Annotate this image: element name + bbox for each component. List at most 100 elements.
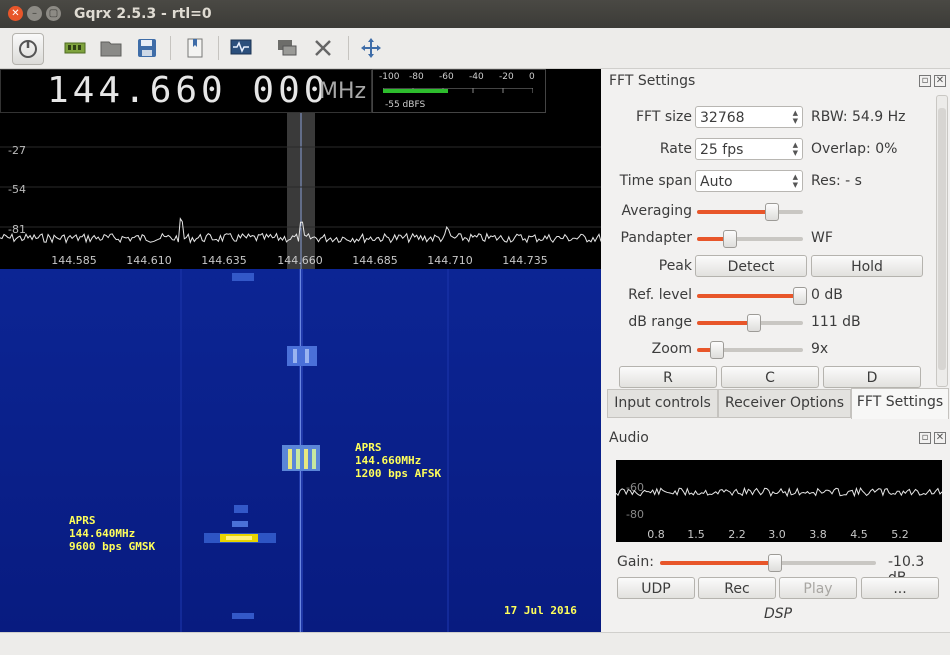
audio-gain-slider[interactable]	[660, 554, 876, 572]
float-dock-icon[interactable]: ▫	[919, 432, 931, 444]
meter-tick: -40	[469, 72, 484, 82]
aprs-label-144660: APRS 144.660MHz 1200 bps AFSK	[355, 441, 442, 480]
settings-button[interactable]	[308, 33, 338, 63]
full-screen-button[interactable]	[356, 33, 386, 63]
monitor-signal-icon	[230, 39, 252, 55]
audio-x-label: 1.5	[687, 528, 705, 541]
peak-hold-button[interactable]: Hold	[811, 255, 923, 277]
wf-text: WF	[811, 230, 833, 246]
maximize-window-button[interactable]: ▢	[46, 6, 61, 21]
minimize-window-button[interactable]: –	[27, 6, 42, 21]
audio-x-label: 0.8	[647, 528, 665, 541]
averaging-row: Averaging	[604, 200, 934, 224]
frequency-value[interactable]: 144.660 000	[47, 70, 329, 112]
spin-arrows-icon: ▲ ▼	[792, 109, 798, 125]
averaging-label: Averaging	[621, 203, 692, 219]
save-icon	[138, 39, 156, 57]
waterfall-display[interactable]: APRS 144.660MHz 1200 bps AFSK APRS 144.6…	[0, 269, 601, 632]
audio-options-button[interactable]: ...	[861, 577, 939, 599]
audio-dock-buttons: ▫ ✕	[916, 432, 946, 444]
tab-receiver-options[interactable]: Receiver Options	[718, 389, 851, 418]
rate-value: 25 fps	[700, 142, 744, 158]
pandapter-x-label: 144.710	[427, 254, 473, 267]
network-computer-icon	[278, 40, 297, 56]
pandapter-svg: -27 -54 -81 144.585 144.610 144.635 144.…	[0, 113, 602, 269]
meter-level-bar	[383, 89, 448, 93]
pandapter-x-label: 144.585	[51, 254, 97, 267]
pandapter-label: Pandapter	[620, 230, 692, 246]
fft-size-label: FFT size	[635, 109, 692, 125]
bookmarks-button[interactable]	[180, 33, 210, 63]
fft-size-select[interactable]: 32768 ▲ ▼	[695, 106, 803, 128]
window-title: Gqrx 2.5.3 - rtl=0	[74, 6, 212, 22]
pandapter-x-label: 144.635	[201, 254, 247, 267]
pandapter-x-label: 144.685	[352, 254, 398, 267]
db-range-label: dB range	[628, 314, 692, 330]
peak-label: Peak	[658, 258, 692, 274]
fft-size-row: FFT size 32768 ▲ ▼ RBW: 54.9 Hz	[604, 106, 934, 130]
dsp-button[interactable]	[226, 33, 256, 63]
hardware-icon	[64, 42, 86, 54]
reset-button[interactable]: R	[619, 366, 717, 388]
close-dock-icon[interactable]: ✕	[934, 432, 946, 444]
ref-level-row: Ref. level 0 dB	[604, 284, 934, 308]
close-window-button[interactable]: ✕	[8, 6, 23, 21]
pandapter-split-slider[interactable]	[697, 230, 803, 248]
power-button[interactable]	[12, 33, 44, 65]
averaging-slider[interactable]	[697, 203, 803, 221]
title-bar: ✕ – ▢ Gqrx 2.5.3 - rtl=0	[0, 0, 950, 28]
ref-level-value: 0 dB	[811, 287, 843, 303]
audio-x-label: 3.8	[809, 528, 827, 541]
close-dock-icon[interactable]: ✕	[934, 75, 946, 87]
waterfall-date: 17 Jul 2016	[504, 604, 577, 617]
slider-handle[interactable]	[722, 230, 737, 248]
udp-button[interactable]: UDP	[617, 577, 695, 599]
zoom-label: Zoom	[651, 341, 692, 357]
load-settings-button[interactable]	[96, 33, 126, 63]
audio-gain-row: Gain: -10.3 dB	[616, 551, 946, 586]
slider-handle[interactable]	[710, 341, 725, 359]
slider-handle[interactable]	[747, 314, 762, 332]
slider-handle[interactable]	[792, 287, 807, 305]
right-dock: FFT Settings ▫ ✕ FFT size 32768 ▲ ▼ RBW: 54…	[604, 69, 950, 632]
play-button[interactable]: Play	[779, 577, 857, 599]
rate-select[interactable]: 25 fps ▲ ▼	[695, 138, 803, 160]
slider-handle[interactable]	[768, 554, 783, 572]
tab-input-controls[interactable]: Input controls	[607, 389, 718, 418]
pandapter-plot[interactable]: -27 -54 -81 144.585 144.610 144.635 144.…	[0, 113, 602, 269]
tab-fft-settings[interactable]: FFT Settings	[851, 388, 949, 419]
audio-x-label: 3.0	[768, 528, 786, 541]
peak-detect-button[interactable]: Detect	[695, 255, 807, 277]
fft-panel-scrollbar[interactable]	[936, 95, 948, 387]
waterfall-svg	[0, 269, 601, 632]
audio-spectrum-svg: -60 -80 0.8 1.5 2.2 3.0 3.8 4.5 5.2	[615, 481, 943, 541]
toolbar	[0, 28, 950, 69]
io-devices-button[interactable]	[60, 33, 90, 63]
aprs-label-144640: APRS 144.640MHz 9600 bps GMSK	[69, 514, 156, 553]
remote-control-button[interactable]	[272, 33, 302, 63]
toolbar-separator	[348, 36, 349, 60]
expand-arrows-icon	[361, 38, 381, 58]
center-button[interactable]: C	[721, 366, 819, 388]
save-settings-button[interactable]	[132, 33, 162, 63]
zoom-slider[interactable]	[697, 341, 803, 359]
record-button[interactable]: Rec	[698, 577, 776, 599]
dock-tabs: Input controls Receiver Options FFT Sett…	[607, 388, 949, 419]
slider-handle[interactable]	[765, 203, 780, 221]
folder-icon	[100, 41, 122, 57]
pandapter-y-label: -27	[8, 144, 26, 157]
frequency-display[interactable]: 144.660 000 MHz	[0, 69, 372, 113]
bookmark-icon	[187, 38, 203, 58]
demod-button[interactable]: D	[823, 366, 921, 388]
float-dock-icon[interactable]: ▫	[919, 75, 931, 87]
meter-tick: -100	[379, 72, 400, 82]
audio-x-label: 2.2	[728, 528, 746, 541]
scrollbar-thumb[interactable]	[938, 108, 946, 370]
audio-dock-title: Audio	[609, 430, 649, 446]
meter-reading: -55 dBFS	[385, 100, 426, 110]
time-span-select[interactable]: Auto ▲ ▼	[695, 170, 803, 192]
ref-level-slider[interactable]	[697, 287, 807, 305]
db-range-slider[interactable]	[697, 314, 803, 332]
fft-dock-buttons: ▫ ✕	[916, 75, 946, 87]
time-span-value: Auto	[700, 174, 733, 190]
